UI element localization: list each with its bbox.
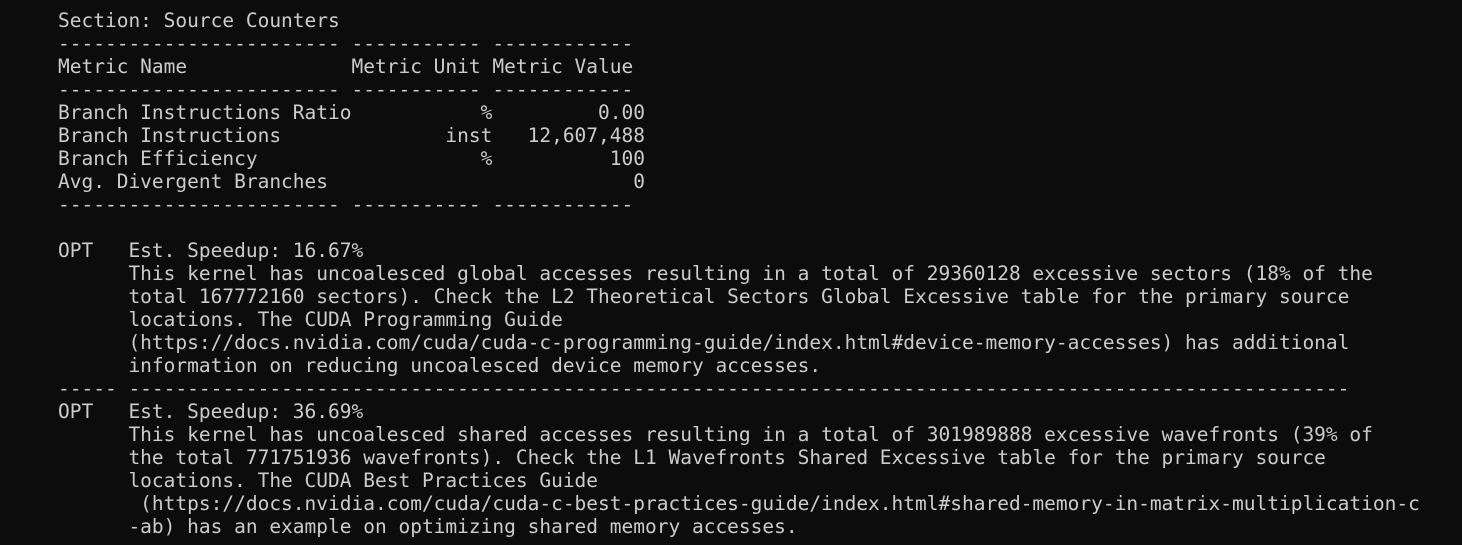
opt-text-line: locations. The CUDA Best Practices Guide	[58, 469, 599, 492]
opt-text-line: total 167772160 sectors). Check the L2 T…	[58, 285, 1350, 308]
table-separator: ------------------------ ----------- ---…	[58, 78, 634, 101]
table-header: Metric Name Metric Unit Metric Value	[58, 55, 634, 78]
opt-block-1: OPT Est. Speedup: 16.67% This kernel has…	[58, 239, 1458, 377]
opt-text-line: This kernel has uncoalesced shared acces…	[58, 423, 1373, 446]
section-title: Section: Source Counters	[58, 9, 340, 32]
terminal-output: Section: Source Counters ---------------…	[58, 9, 1458, 538]
opt-text-line: -ab) has an example on optimizing shared…	[58, 515, 798, 538]
table-separator: ------------------------ ----------- ---…	[58, 32, 634, 55]
opt-text-line: the total 771751936 wavefronts). Check t…	[58, 446, 1326, 469]
table-row: Branch Instructions inst 12,607,488	[58, 124, 645, 147]
opt-text-line: locations. The CUDA Programming Guide	[58, 308, 563, 331]
opt-url-line: (https://docs.nvidia.com/cuda/cuda-c-bes…	[58, 492, 1420, 515]
opt-url-line: (https://docs.nvidia.com/cuda/cuda-c-pro…	[58, 331, 1350, 354]
table-row: Branch Efficiency % 100	[58, 147, 645, 170]
opt-block-2: OPT Est. Speedup: 36.69% This kernel has…	[58, 400, 1458, 538]
block-separator: ----- ----------------------------------…	[58, 377, 1350, 400]
opt-text-line: information on reducing uncoalesced devi…	[58, 354, 822, 377]
opt-text-line: This kernel has uncoalesced global acces…	[58, 262, 1373, 285]
table-row: Avg. Divergent Branches 0	[58, 170, 645, 193]
table-row: Branch Instructions Ratio % 0.00	[58, 101, 645, 124]
table-separator: ------------------------ ----------- ---…	[58, 193, 634, 216]
opt-heading: OPT Est. Speedup: 36.69%	[58, 400, 364, 423]
opt-heading: OPT Est. Speedup: 16.67%	[58, 239, 364, 262]
